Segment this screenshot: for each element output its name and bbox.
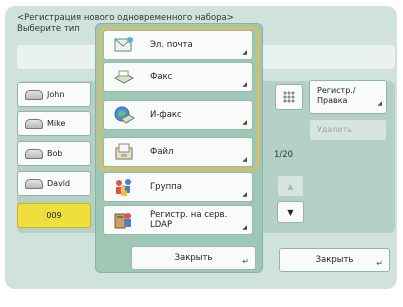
close-button-label: Закрыть	[315, 255, 354, 265]
page-counter: 1/20	[274, 150, 294, 160]
submenu-arrow-icon: ◢	[242, 156, 247, 163]
submenu-arrow-icon: ◢	[242, 224, 247, 231]
delete-label: Удалить	[317, 125, 352, 134]
list-item[interactable]: Mike	[17, 111, 91, 136]
menu-item-fax[interactable]: Факс ◢	[103, 62, 253, 92]
submenu-arrow-icon: ◢	[377, 100, 382, 107]
file-icon	[112, 141, 136, 163]
popup-close-label: Закрыть	[174, 253, 213, 263]
submenu-arrow-icon: ◢	[242, 119, 247, 126]
menu-item-label: Факс	[150, 72, 173, 82]
triangle-up-icon: ▲	[287, 181, 294, 191]
menu-item-label: Эл. почта	[150, 40, 193, 50]
menu-item-label: Группа	[150, 182, 182, 192]
register-edit-label: Регистр./ Правка	[317, 86, 356, 105]
popup-close-button[interactable]: Закрыть ↵	[131, 246, 256, 270]
keypad-icon	[283, 91, 295, 103]
delete-button[interactable]: Удалить	[309, 119, 387, 141]
enter-icon: ↵	[376, 259, 383, 268]
menu-item-file[interactable]: Файл ◢	[103, 137, 253, 167]
menu-item-label: Файл	[150, 147, 174, 157]
submenu-arrow-icon: ◢	[242, 191, 247, 198]
person-icon	[25, 148, 43, 159]
list-item-label: 009	[46, 211, 62, 220]
scroll-down-button[interactable]: ▼	[277, 201, 304, 223]
keypad-button[interactable]	[275, 84, 303, 110]
enter-icon: ↵	[242, 257, 249, 266]
fax-icon	[112, 66, 136, 88]
person-icon	[25, 89, 43, 100]
group-icon	[112, 176, 136, 198]
menu-item-ldap[interactable]: Регистр. на серв. LDAP ◢	[103, 205, 253, 235]
list-item-label: Bob	[47, 149, 63, 158]
menu-item-label: Регистр. на серв. LDAP	[150, 210, 228, 230]
person-icon	[25, 118, 43, 129]
submenu-arrow-icon: ◢	[242, 81, 247, 88]
list-item-selected[interactable]: 009	[17, 203, 91, 228]
scroll-up-button[interactable]: ▲	[277, 175, 304, 197]
register-edit-button[interactable]: Регистр./ Правка ◢	[309, 80, 387, 114]
ifax-icon	[112, 104, 136, 126]
menu-item-label: И-факс	[150, 110, 182, 120]
menu-item-email[interactable]: Эл. почта ◢	[103, 30, 253, 60]
list-item[interactable]: John	[17, 82, 91, 107]
submenu-arrow-icon: ◢	[242, 49, 247, 56]
triangle-down-icon: ▼	[287, 207, 294, 217]
list-item-label: Mike	[47, 119, 66, 128]
menu-item-ifax[interactable]: И-факс ◢	[103, 100, 253, 130]
list-item[interactable]: David	[17, 171, 91, 196]
list-item-label: John	[47, 90, 65, 99]
close-button[interactable]: Закрыть ↵	[279, 248, 390, 272]
menu-item-group[interactable]: Группа ◢	[103, 172, 253, 202]
list-item-label: David	[47, 179, 71, 188]
ldap-server-icon	[112, 209, 136, 231]
person-icon	[25, 178, 43, 189]
list-item[interactable]: Bob	[17, 141, 91, 166]
email-icon	[112, 34, 136, 56]
